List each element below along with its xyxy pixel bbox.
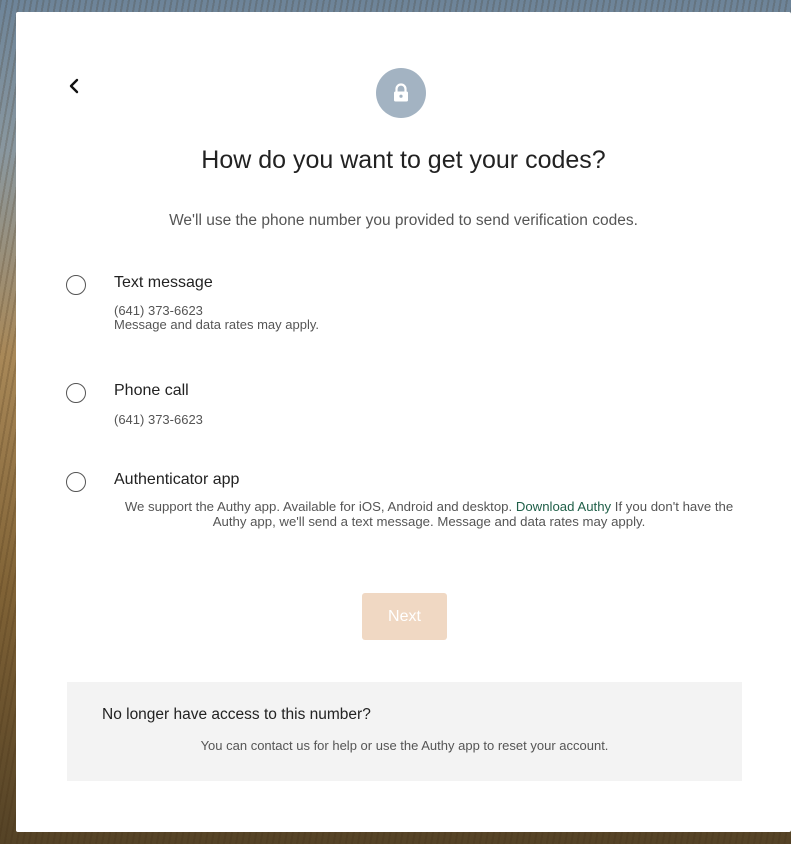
option-description: We support the Authy app. Available for … <box>114 499 744 529</box>
radio-authenticator-app[interactable] <box>66 472 86 492</box>
radio-text-message[interactable] <box>66 275 86 295</box>
back-button[interactable] <box>64 74 84 98</box>
verification-card: How do you want to get your codes? We'll… <box>16 12 791 832</box>
option-label: Phone call <box>114 382 189 399</box>
help-title: No longer have access to this number? <box>102 706 371 723</box>
lock-badge <box>376 68 426 118</box>
page-title: How do you want to get your codes? <box>201 146 606 174</box>
next-button[interactable]: Next <box>362 593 447 640</box>
option-phone: (641) 373-6623 <box>114 412 203 427</box>
radio-phone-call[interactable] <box>66 383 86 403</box>
option-phone: (641) 373-6623 <box>114 303 203 318</box>
option-label: Authenticator app <box>114 471 240 488</box>
help-box: No longer have access to this number? Yo… <box>67 682 742 781</box>
help-text: You can contact us for help or use the A… <box>200 738 609 753</box>
option-label: Text message <box>114 274 213 291</box>
lock-icon <box>394 83 408 102</box>
description-text: We support the Authy app. Available for … <box>124 499 516 514</box>
download-authy-link[interactable]: Download Authy <box>516 499 611 514</box>
page-subtitle: We'll use the phone number you provided … <box>169 212 638 229</box>
option-note: Message and data rates may apply. <box>114 317 319 332</box>
chevron-left-icon <box>69 78 79 94</box>
